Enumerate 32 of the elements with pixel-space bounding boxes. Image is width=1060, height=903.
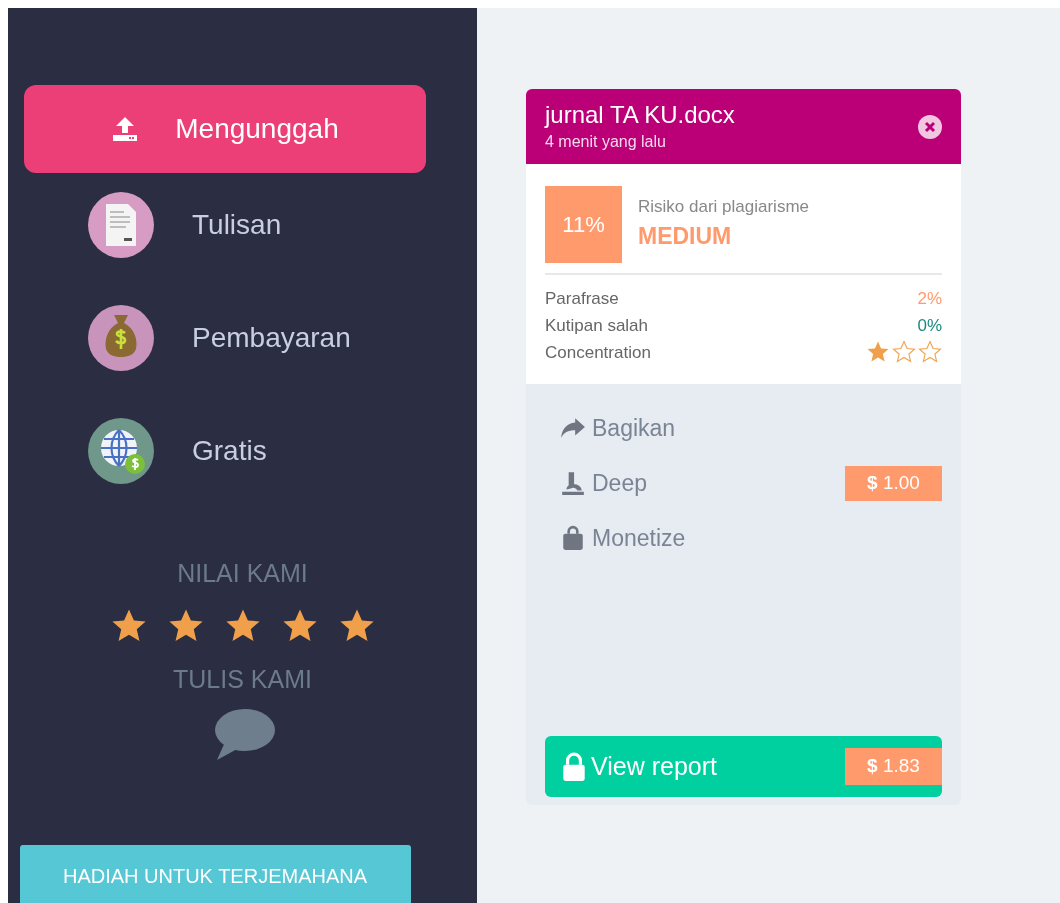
risk-label: Risiko dari plagiarisme <box>638 195 809 218</box>
view-report-button[interactable]: View report $ 1.83 <box>545 736 942 797</box>
close-icon[interactable] <box>918 115 942 140</box>
document-title: jurnal TA KU.docx <box>545 101 735 130</box>
sidebar-item[interactable]: Pembayaran <box>24 281 426 394</box>
document-icon <box>88 191 154 258</box>
bag-icon <box>560 525 586 552</box>
star-icon <box>918 340 942 365</box>
sidebar-item[interactable]: Mengunggah <box>24 85 426 173</box>
lock-icon <box>561 751 587 782</box>
money-bag-icon <box>88 304 154 371</box>
action-link[interactable]: Monetize <box>560 510 686 566</box>
price-tag: $ 1.00 <box>845 466 942 501</box>
promo-button[interactable]: HADIAH UNTUK TERJEMAHANA <box>19 845 411 903</box>
timestamp: 4 menit yang lalu <box>545 131 667 152</box>
metric-value: 2% <box>917 287 942 310</box>
metric-value: 0% <box>917 314 942 337</box>
action-link[interactable]: Bagikan <box>560 400 676 456</box>
score-badge: 11% <box>545 185 622 263</box>
upload-icon <box>111 115 140 143</box>
star-icon <box>892 340 916 365</box>
metric-label: Kutipan salah <box>545 314 649 337</box>
action-link[interactable]: Deep <box>560 455 647 511</box>
metric-label: Parafrase <box>545 287 619 310</box>
sidebar-item[interactable]: Gratis <box>24 394 426 507</box>
metric-label: Concentration <box>545 341 651 364</box>
risk-level: MEDIUM <box>638 222 733 252</box>
price-tag: $ 1.83 <box>845 748 942 785</box>
globe-icon <box>88 417 154 484</box>
microscope-icon <box>560 470 586 497</box>
section-heading: NILAI KAMI <box>177 558 308 589</box>
section-heading: TULIS KAMI <box>173 663 312 695</box>
